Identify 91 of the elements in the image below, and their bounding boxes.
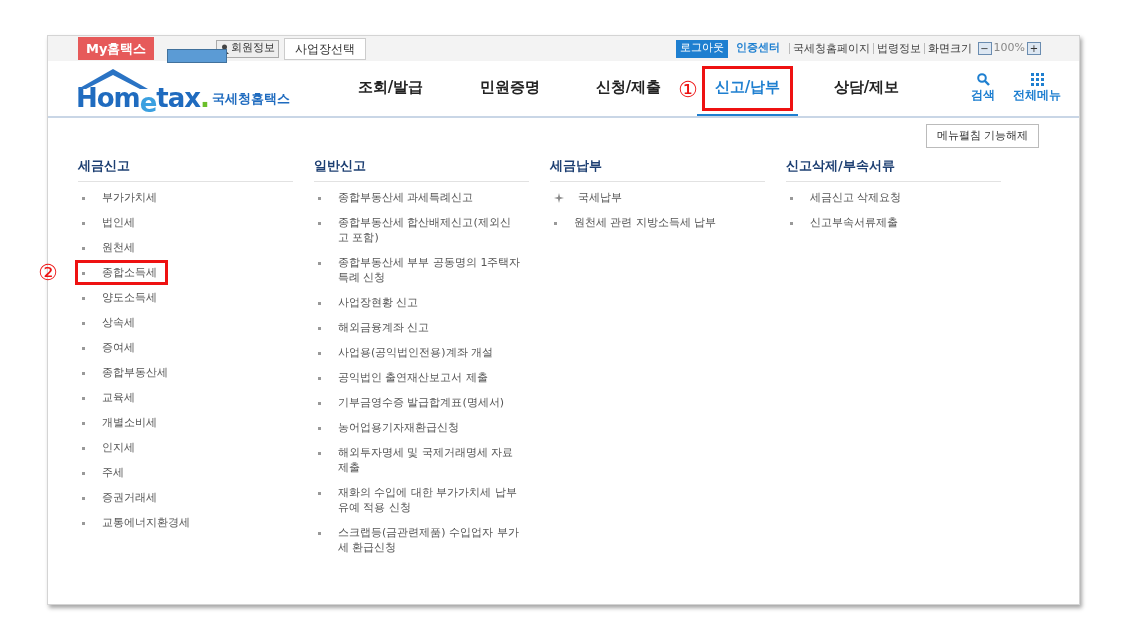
logout-button[interactable]: 로그아웃	[675, 39, 728, 58]
sparkle-icon	[554, 193, 564, 203]
search-button[interactable]: 검색	[971, 73, 995, 104]
menu-link[interactable]: 스크랩등(금관련제품) 수입업자 부가세 환급신청	[314, 523, 529, 557]
bullet-icon	[82, 522, 85, 525]
menu-link[interactable]: 증여세	[78, 338, 143, 357]
bullet-icon	[82, 447, 85, 450]
menu-link[interactable]: 원천세	[78, 238, 143, 257]
business-select-button[interactable]: 사업장선택	[284, 37, 367, 60]
bullet-icon	[82, 397, 85, 400]
cert-center-link[interactable]: 인증센터	[735, 40, 780, 57]
menu-link[interactable]: 신고부속서류제출	[786, 213, 906, 232]
callout-number: ①	[678, 79, 698, 101]
menu-link[interactable]: 해외투자명세 및 국제거래명세 자료 제출	[314, 443, 529, 477]
menu-link[interactable]: 공익법인 출연재산보고서 제출	[314, 368, 496, 387]
bullet-icon	[82, 272, 85, 275]
menu-link[interactable]: 종합부동산세 합산배제신고(제외신고 포함)	[314, 213, 529, 247]
header-link[interactable]: 법령정보	[872, 43, 921, 54]
member-info-button[interactable]: 회원정보	[216, 39, 280, 58]
nav-tab[interactable]: 신고/납부	[696, 61, 799, 116]
bullet-icon	[318, 377, 321, 380]
menu-link[interactable]: 종합부동산세 부부 공동명의 1주택자 특례 신청	[314, 253, 529, 287]
menu-link[interactable]: 교통에너지환경세	[78, 513, 198, 532]
menu-link[interactable]: 상속세	[78, 313, 143, 332]
redaction-block	[167, 49, 228, 63]
column-heading: 신고삭제/부속서류	[786, 150, 1001, 182]
bullet-icon	[318, 327, 321, 330]
zoom-label: 화면크기	[923, 43, 972, 54]
my-hometax-button[interactable]: My홈택스	[78, 37, 155, 60]
bullet-icon	[318, 302, 321, 305]
bullet-icon	[82, 197, 85, 200]
menu-link[interactable]: 세금신고 삭제요청	[786, 188, 910, 207]
person-icon	[220, 43, 230, 54]
menu-link[interactable]: 종합부동산세	[78, 363, 176, 382]
menu-link[interactable]: 사업장현황 신고	[314, 293, 427, 312]
bullet-icon	[790, 197, 793, 200]
bullet-icon	[554, 222, 557, 225]
bullet-icon	[82, 422, 85, 425]
zoom-value: 100%	[993, 40, 1025, 57]
bullet-icon	[318, 222, 321, 225]
bullet-icon	[82, 322, 85, 325]
menu-link[interactable]: 재화의 수입에 대한 부가가치세 납부 유예 적용 신청	[314, 483, 529, 517]
bullet-icon	[318, 427, 321, 430]
bullet-icon	[318, 532, 321, 535]
bullet-icon	[318, 492, 321, 495]
zoom-out-button[interactable]: −	[977, 42, 992, 55]
menu-link[interactable]: 증권거래세	[78, 488, 165, 507]
menu-link[interactable]: 법인세	[78, 213, 143, 232]
bullet-icon	[318, 352, 321, 355]
menu-link[interactable]: 원천세 관련 지방소득세 납부	[550, 213, 725, 232]
bullet-icon	[82, 497, 85, 500]
logo-subtitle: 국세청홈택스	[212, 90, 290, 108]
menu-link[interactable]: 해외금융계좌 신고	[314, 318, 438, 337]
bullet-icon	[82, 472, 85, 475]
bullet-icon	[82, 297, 85, 300]
column-heading: 세금납부	[550, 150, 765, 182]
menu-link[interactable]: 기부금영수증 발급합계표(명세서)	[314, 393, 513, 412]
nav-tab[interactable]: 상담/제보	[825, 61, 908, 116]
bullet-icon	[318, 402, 321, 405]
bullet-icon	[82, 222, 85, 225]
menu-link[interactable]: 인지세	[78, 438, 143, 457]
bullet-icon	[790, 222, 793, 225]
nav-tab[interactable]: 민원증명	[471, 61, 548, 116]
bullet-icon	[318, 262, 321, 265]
menu-link[interactable]: 국세납부	[550, 188, 630, 207]
menu-link[interactable]: 교육세	[78, 388, 143, 407]
search-icon	[976, 73, 990, 86]
menu-link[interactable]: 개별소비세	[78, 413, 165, 432]
column-heading: 세금신고	[78, 150, 293, 182]
all-menu-button[interactable]: 전체메뉴	[1013, 73, 1061, 104]
header-link[interactable]: 국세청홈페이지	[788, 43, 870, 54]
menu-link[interactable]: 종합소득세	[78, 263, 165, 282]
nav-tab[interactable]: 조회/발급	[349, 61, 432, 116]
bullet-icon	[318, 197, 321, 200]
nav-tab[interactable]: 신청/제출	[587, 61, 670, 116]
menu-toggle-button[interactable]: 메뉴펼침 기능해제	[925, 124, 1039, 148]
menu-link[interactable]: 사업용(공익법인전용)계좌 개설	[314, 343, 502, 362]
menu-link[interactable]: 농어업용기자재환급신청	[314, 418, 467, 437]
bullet-icon	[82, 247, 85, 250]
menu-link[interactable]: 양도소득세	[78, 288, 165, 307]
menu-link[interactable]: 종합부동산세 과세특례신고	[314, 188, 482, 207]
callout-number: ②	[38, 262, 58, 284]
column-heading: 일반신고	[314, 150, 529, 182]
bullet-icon	[82, 347, 85, 350]
bullet-icon	[82, 372, 85, 375]
zoom-in-button[interactable]: +	[1027, 42, 1041, 55]
menu-link[interactable]: 부가가치세	[78, 188, 165, 207]
grid-menu-icon	[1030, 73, 1044, 86]
menu-link[interactable]: 주세	[78, 463, 132, 482]
bullet-icon	[318, 452, 321, 455]
hometax-logo-text: Hometax.	[76, 84, 209, 111]
